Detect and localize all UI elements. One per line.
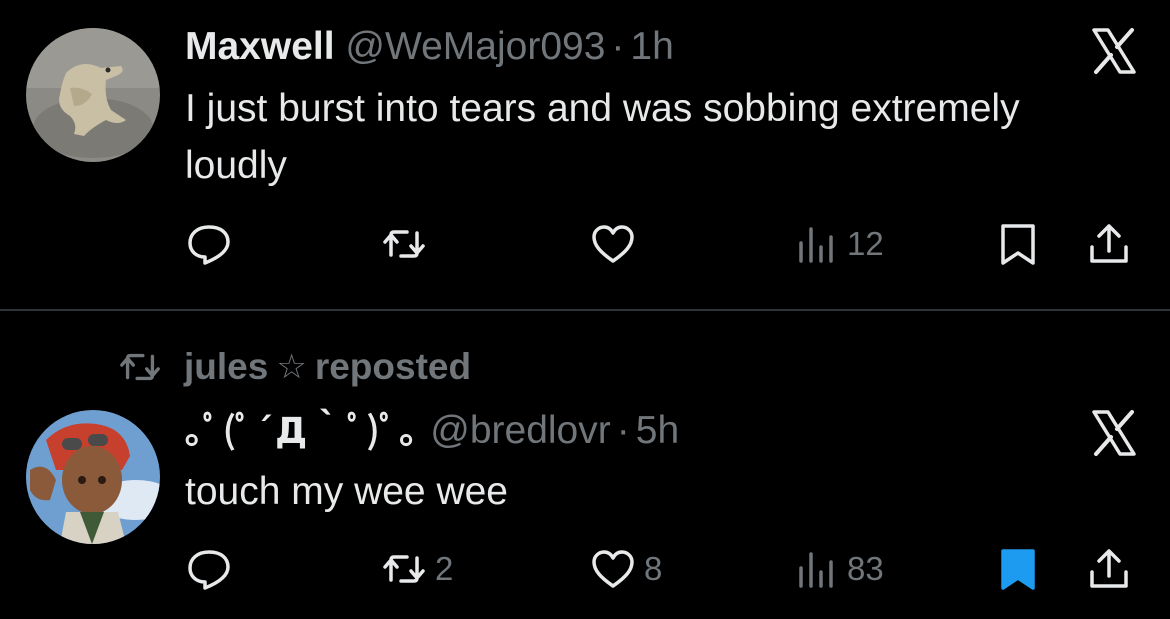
- reply-icon: [188, 225, 230, 265]
- share-icon: [1090, 549, 1128, 588]
- display-name[interactable]: ｡ﾟ(ﾟ´Д｀ﾟ)ﾟ｡: [185, 411, 419, 452]
- heart-icon: [592, 550, 634, 588]
- like-button[interactable]: [590, 220, 644, 268]
- tweet-header: Maxwell @WeMajor093 · 1h: [185, 25, 674, 69]
- star-glyph: ☆: [276, 347, 307, 387]
- reply-button[interactable]: [186, 220, 240, 268]
- avatar[interactable]: [26, 28, 160, 162]
- views-chart-icon: [799, 227, 833, 263]
- like-count: 8: [644, 550, 663, 587]
- views-chart-icon: [799, 552, 833, 588]
- share-icon: [1090, 224, 1128, 263]
- bookmark-button[interactable]: [995, 220, 1041, 268]
- views-count: 83: [847, 550, 884, 587]
- bookmark-button[interactable]: [995, 545, 1041, 593]
- display-name[interactable]: Maxwell: [185, 25, 335, 68]
- views-button[interactable]: 12: [793, 220, 884, 268]
- separator-dot: ·: [611, 25, 625, 68]
- like-button[interactable]: 8: [590, 545, 662, 593]
- tweet[interactable]: jules ☆ reposted ｡ﾟ(ﾟ´Д｀ﾟ)ﾟ｡ @bredlovr · 5…: [0, 311, 1170, 619]
- close-icon[interactable]: [1088, 25, 1140, 77]
- reply-icon: [188, 550, 230, 590]
- share-button[interactable]: [1086, 545, 1132, 593]
- views-button[interactable]: 83: [793, 545, 884, 593]
- timestamp[interactable]: 5h: [636, 409, 679, 452]
- reply-button[interactable]: [186, 545, 240, 593]
- repost-count: 2: [435, 550, 454, 587]
- tweet[interactable]: Maxwell @WeMajor093 · 1h I just burst into…: [0, 0, 1170, 310]
- repost-icon: [120, 353, 160, 381]
- repost-icon: [383, 230, 425, 258]
- avatar[interactable]: [26, 410, 160, 544]
- anime-character-avatar-icon: [26, 410, 160, 544]
- reposter-name[interactable]: jules: [184, 346, 268, 388]
- heart-icon: [592, 225, 634, 263]
- views-count: 12: [847, 225, 884, 262]
- timestamp[interactable]: 1h: [630, 25, 673, 68]
- tweet-header: ｡ﾟ(ﾟ´Д｀ﾟ)ﾟ｡ @bredlovr · 5h: [185, 409, 679, 454]
- reposted-label: reposted: [314, 346, 472, 387]
- repost-context[interactable]: jules ☆ reposted: [118, 345, 471, 389]
- user-handle[interactable]: @bredlovr: [430, 409, 611, 452]
- repost-button[interactable]: [381, 220, 435, 268]
- close-icon[interactable]: [1088, 407, 1140, 459]
- tweet-text: I just burst into tears and was sobbing …: [185, 87, 1020, 187]
- user-handle[interactable]: @WeMajor093: [345, 25, 605, 68]
- bookmark-icon: [1001, 224, 1035, 265]
- share-button[interactable]: [1086, 220, 1132, 268]
- separator-dot: ·: [616, 409, 630, 452]
- bookmark-filled-icon: [1001, 549, 1035, 590]
- lizard-figurine-avatar-icon: [26, 28, 160, 162]
- tweet-text: touch my wee wee: [185, 470, 508, 513]
- repost-button[interactable]: 2: [381, 545, 453, 593]
- repost-icon: [383, 555, 425, 583]
